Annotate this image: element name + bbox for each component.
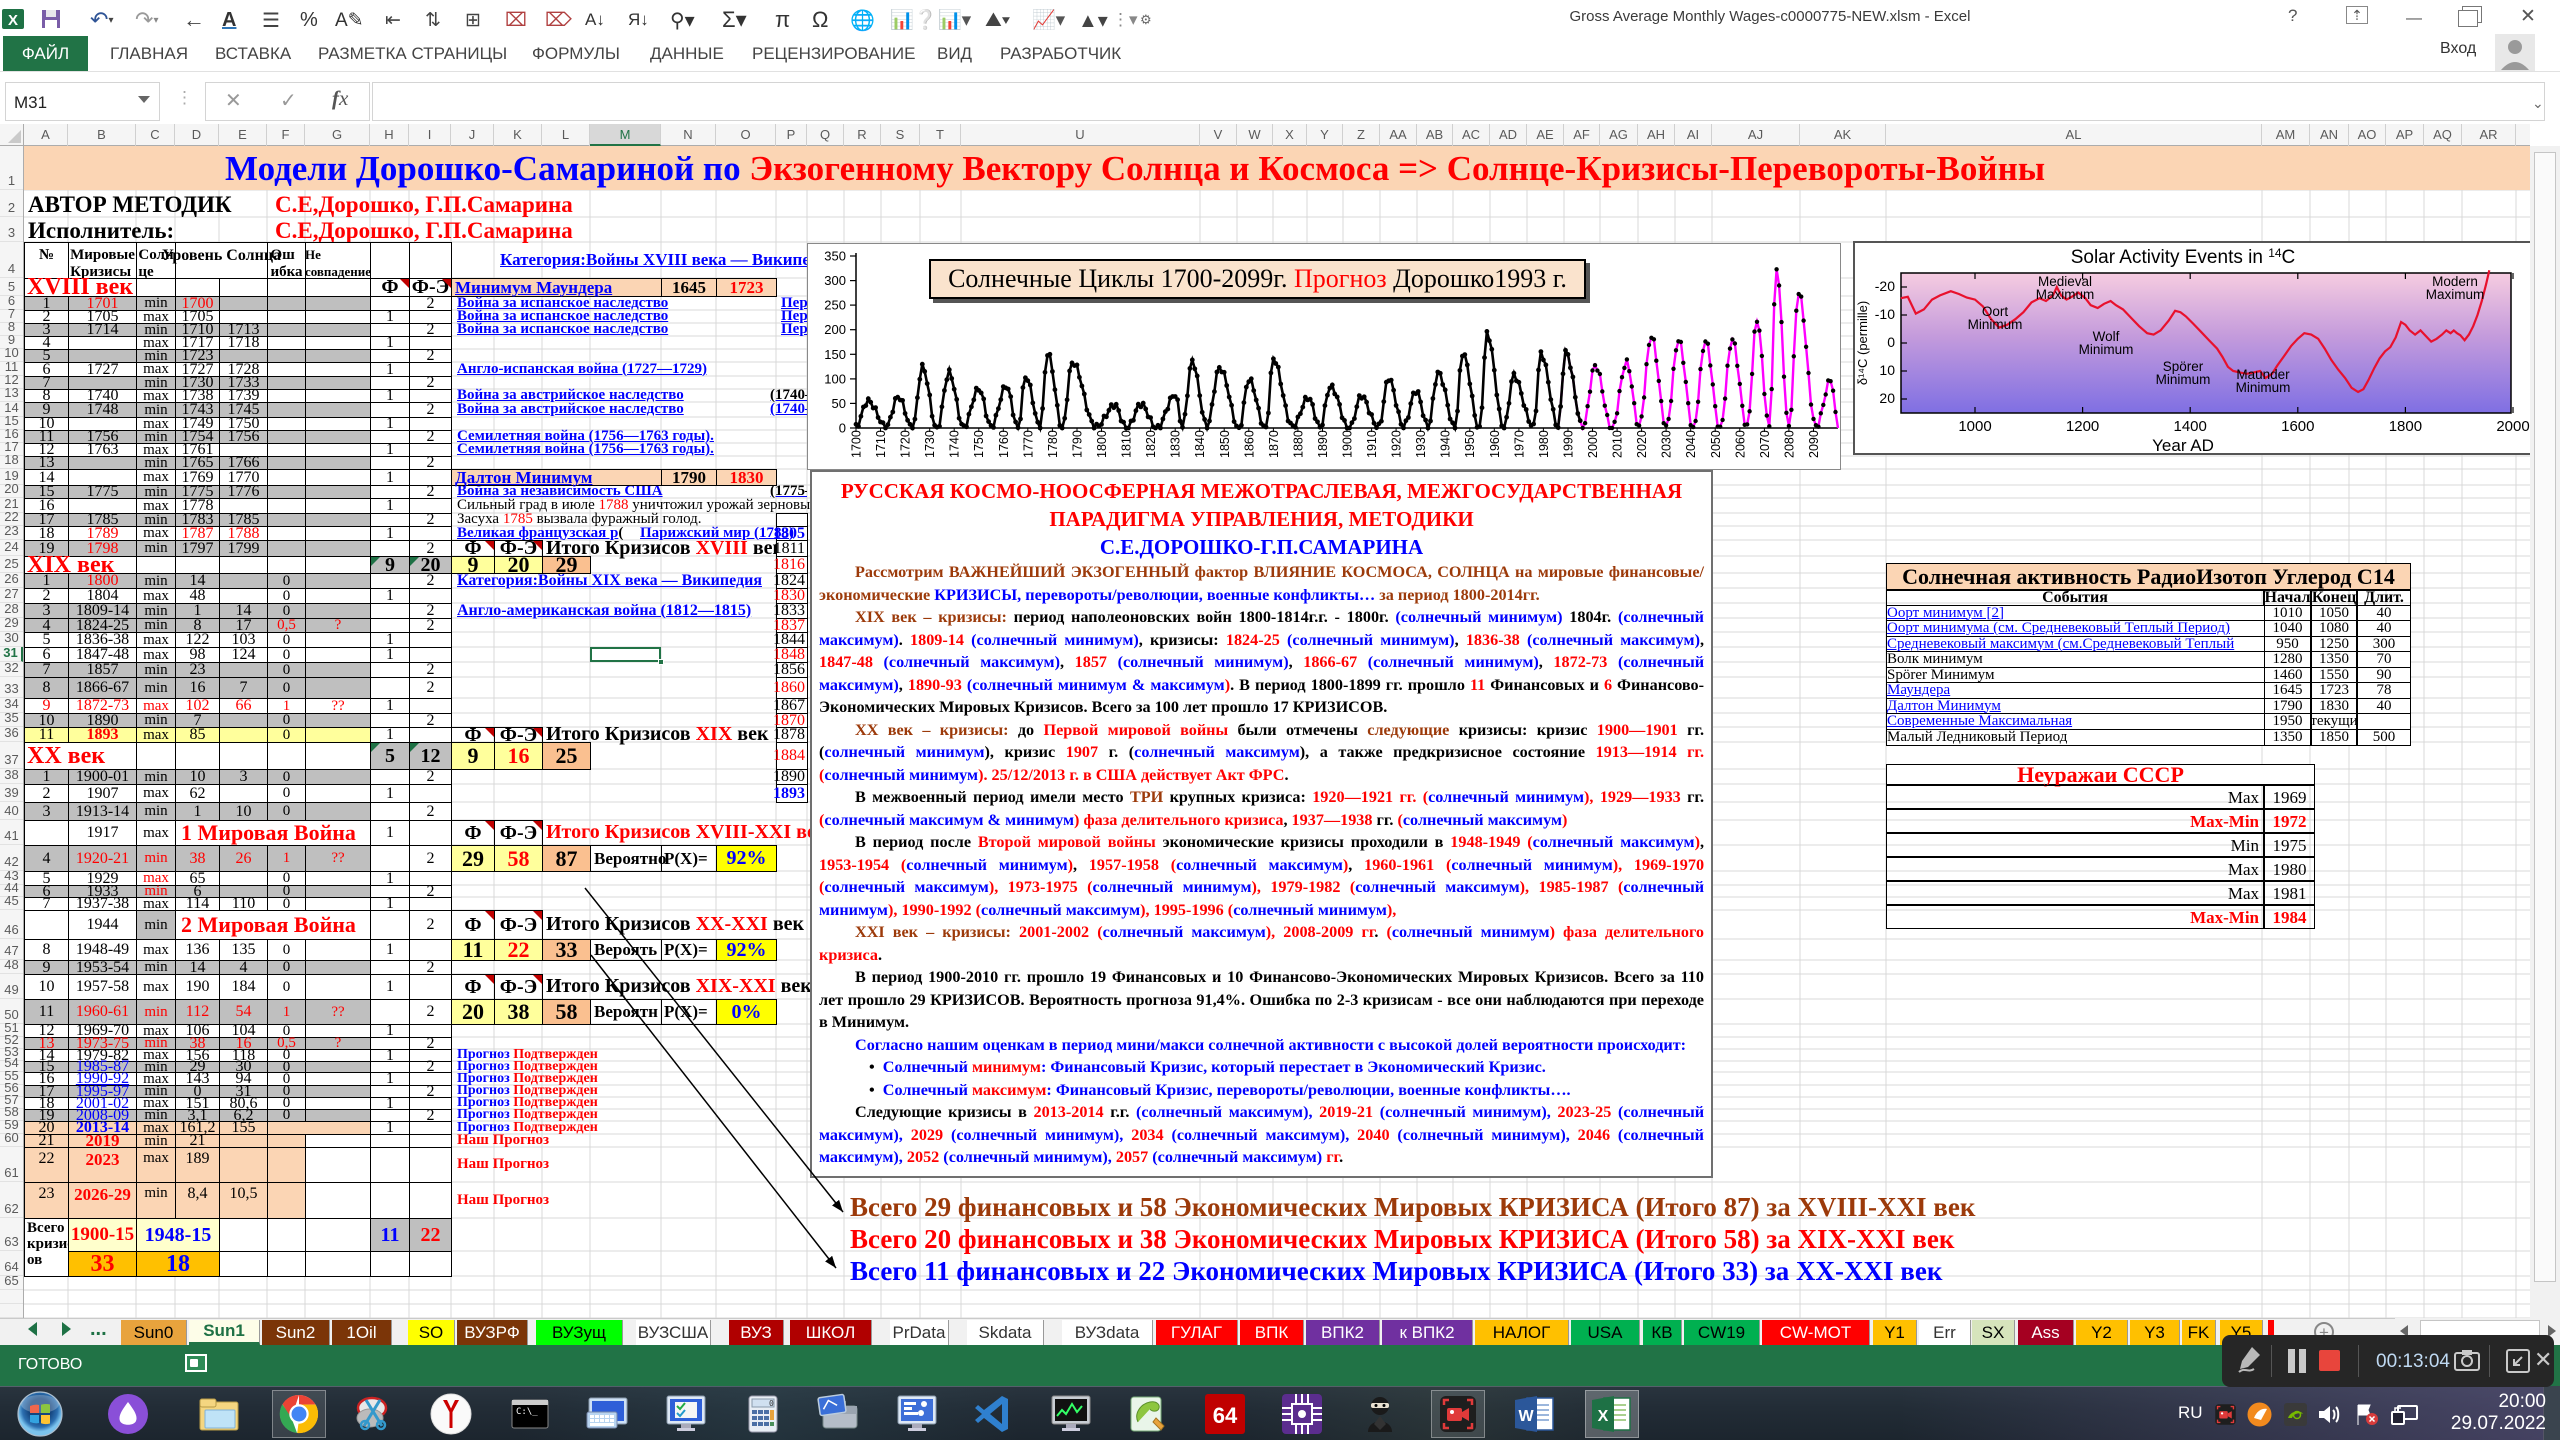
svg-text:64: 64 [1213,1403,1238,1428]
svg-text:X: X [1598,1408,1609,1425]
svg-text:C:\_: C:\_ [516,1407,538,1417]
svg-text:W: W [1518,1408,1534,1425]
svg-text:0: 0 [769,1399,774,1408]
